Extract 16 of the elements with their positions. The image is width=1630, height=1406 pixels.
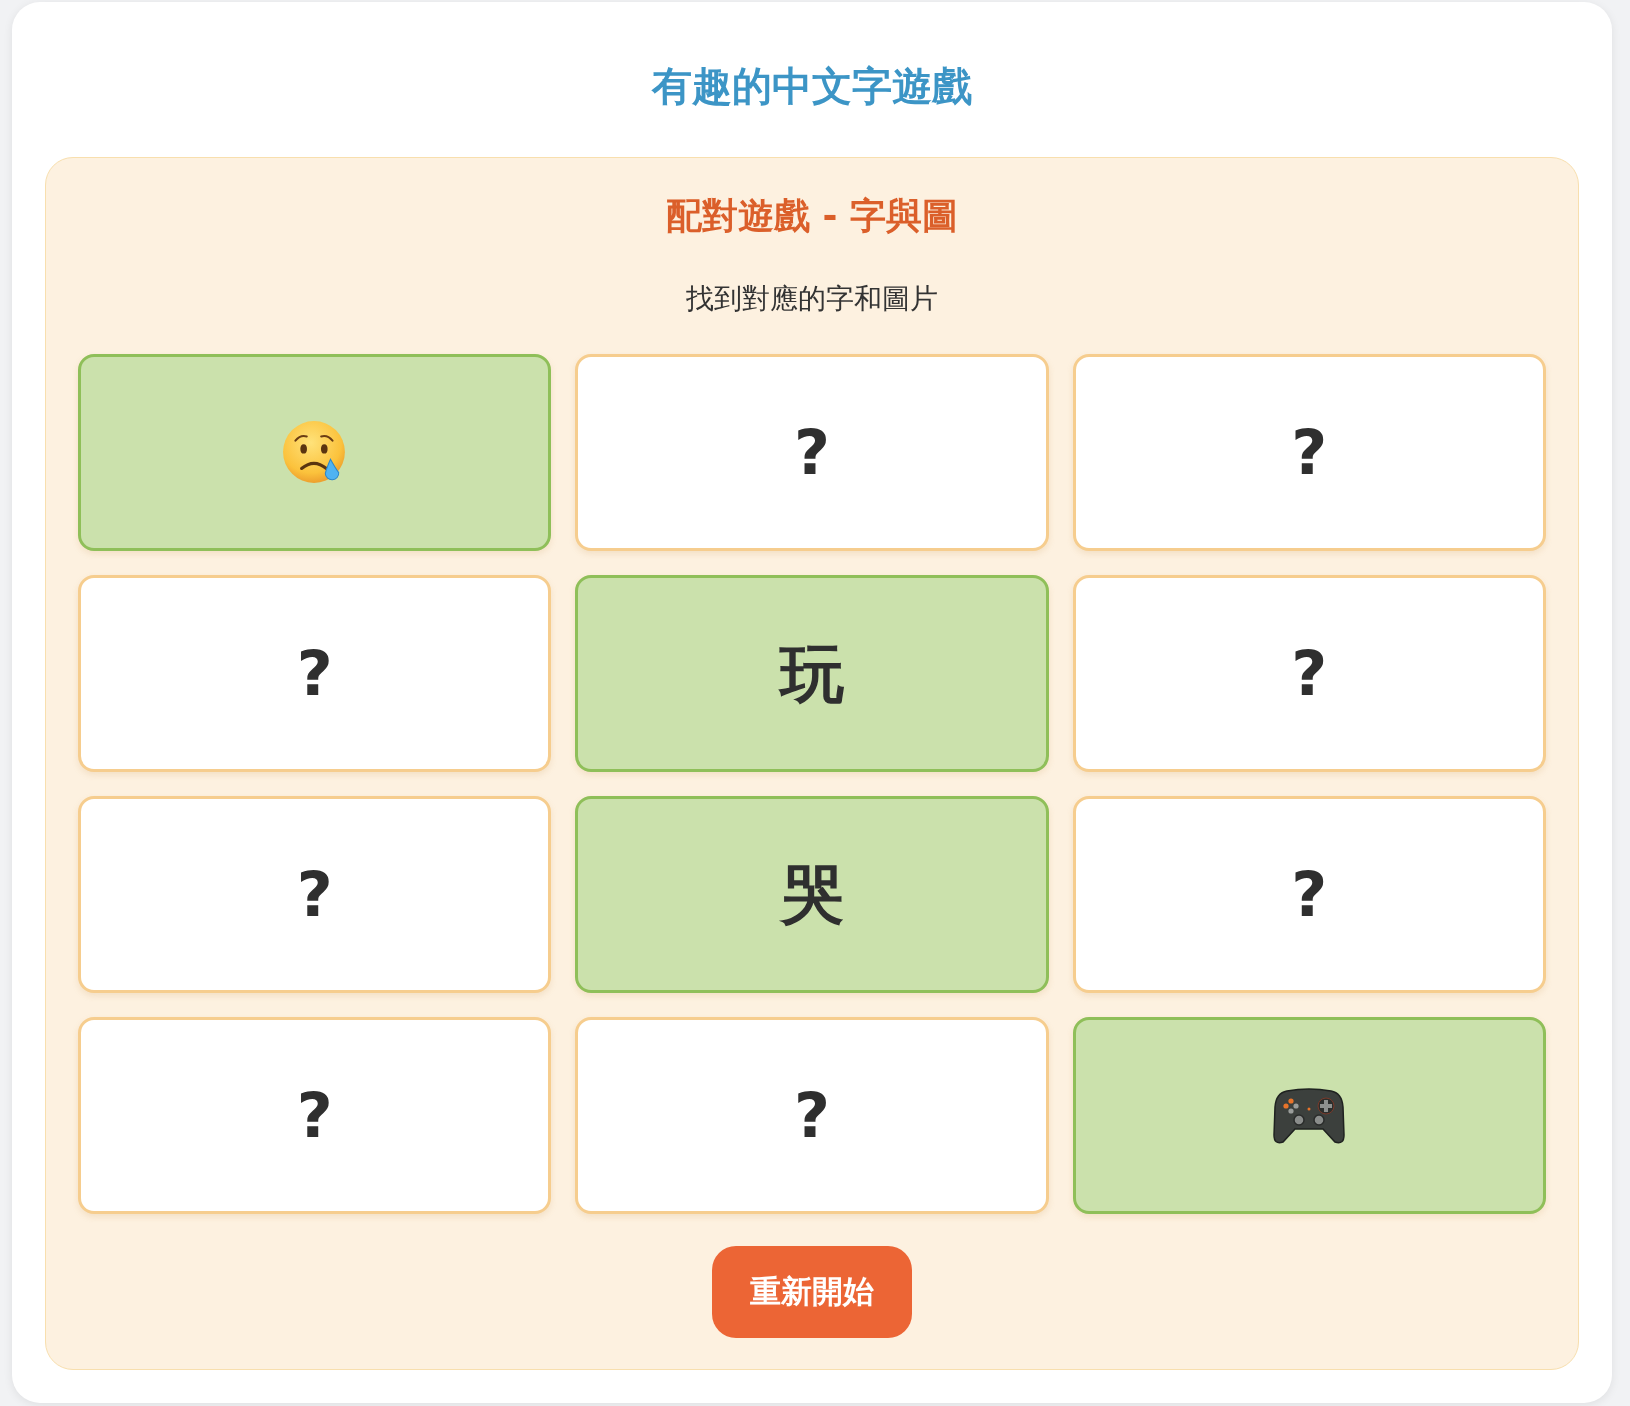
memory-card[interactable]: ? xyxy=(78,796,552,993)
game-title: 配對遊戲 - 字與圖 xyxy=(666,194,958,237)
memory-card[interactable]: ? xyxy=(575,354,1049,551)
instruction-text: 找到對應的字和圖片 xyxy=(686,282,938,316)
memory-card[interactable]: ? xyxy=(78,1017,552,1214)
crying-face-icon xyxy=(281,419,348,486)
memory-card[interactable]: ? xyxy=(1072,354,1546,551)
memory-card[interactable]: ? xyxy=(1072,575,1546,772)
memory-card[interactable]: ? xyxy=(1072,796,1546,993)
memory-card[interactable]: ? xyxy=(78,575,552,772)
memory-card[interactable] xyxy=(1072,1017,1546,1214)
gamepad-icon xyxy=(1273,1086,1346,1145)
memory-card[interactable]: ? xyxy=(575,1017,1049,1214)
memory-card[interactable]: 哭 xyxy=(575,796,1049,993)
page-title: 有趣的中文字遊戲 xyxy=(652,62,972,110)
memory-card[interactable]: 玩 xyxy=(575,575,1049,772)
